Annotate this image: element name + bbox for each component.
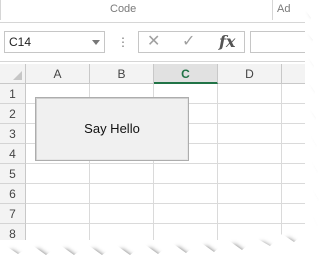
- row-header-6[interactable]: 6: [0, 184, 26, 204]
- row-header-2[interactable]: 2: [0, 104, 26, 124]
- chevron-down-icon[interactable]: [92, 40, 100, 45]
- row-header-1[interactable]: 1: [0, 84, 26, 104]
- formula-input[interactable]: [250, 31, 305, 53]
- column-header-b[interactable]: B: [90, 64, 154, 84]
- fx-icon[interactable]: fx: [219, 32, 235, 52]
- formula-buttons: ✕ ✓ fx: [138, 31, 245, 53]
- select-all-corner[interactable]: [0, 64, 26, 84]
- row-header-4[interactable]: 4: [0, 144, 26, 164]
- ribbon-group-addins-label: Ad: [277, 3, 291, 15]
- ribbon-group-code-label: Code: [110, 3, 137, 15]
- row-header-8[interactable]: 8: [0, 224, 26, 240]
- select-all-icon: [13, 71, 22, 80]
- ribbon-separator: [0, 0, 1, 20]
- say-hello-button[interactable]: Say Hello: [35, 97, 189, 161]
- drag-handle-icon[interactable]: ⋮: [117, 35, 129, 49]
- column-header-e[interactable]: [282, 64, 305, 84]
- column-header-a[interactable]: A: [26, 64, 90, 84]
- spreadsheet-window: Code Ad C14 ⋮ ✕ ✓ fx A B C D 1 2 3 4 5 6…: [0, 0, 305, 240]
- name-box-value: C14: [9, 35, 32, 49]
- column-header-d[interactable]: D: [218, 64, 282, 84]
- row-header-5[interactable]: 5: [0, 164, 26, 184]
- ribbon-separator: [272, 0, 273, 20]
- row-header-3[interactable]: 3: [0, 124, 26, 144]
- formula-bar: C14 ⋮ ✕ ✓ fx: [0, 23, 305, 62]
- ribbon: Code Ad: [0, 0, 305, 23]
- x-icon[interactable]: ✕: [147, 32, 160, 52]
- check-icon[interactable]: ✓: [182, 32, 195, 52]
- row-header-7[interactable]: 7: [0, 204, 26, 224]
- column-header-c[interactable]: C: [154, 64, 218, 84]
- name-box[interactable]: C14: [4, 31, 105, 53]
